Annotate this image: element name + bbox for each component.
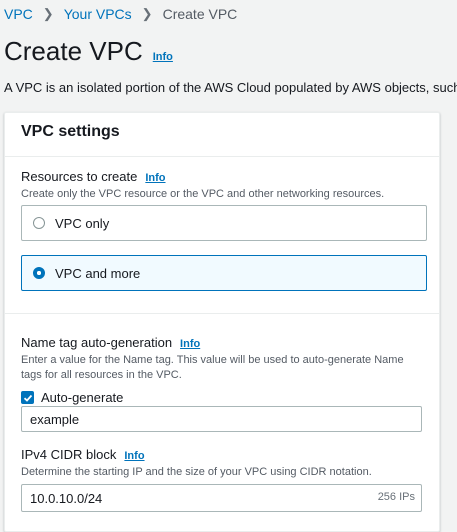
chevron-right-icon: ❯ [141, 6, 153, 21]
auto-generate-checkbox-row[interactable]: Auto-generate [21, 390, 427, 405]
resources-hint: Create only the VPC resource or the VPC … [21, 188, 385, 200]
chevron-right-icon: ❯ [42, 6, 54, 21]
checkbox-checked-icon[interactable] [21, 391, 34, 404]
radio-vpc-and-more[interactable]: VPC and more [21, 255, 427, 291]
radio-vpc-only-label: VPC only [55, 215, 110, 231]
panel-title: VPC settings [21, 123, 120, 140]
page-description: A VPC is an isolated portion of the AWS … [4, 80, 457, 95]
cidr-input[interactable]: 10.0.10.0/24 256 IPs [21, 484, 422, 512]
breadcrumb-your-vpcs-link[interactable]: Your VPCs [64, 6, 132, 22]
resources-info-link[interactable]: Info [145, 172, 165, 184]
name-tag-input[interactable]: example [21, 406, 422, 432]
cidr-info-link[interactable]: Info [124, 450, 144, 462]
resources-field: Resources to create Info Create only the… [21, 169, 427, 202]
radio-button-selected-icon[interactable] [33, 267, 45, 279]
page-info-link[interactable]: Info [153, 51, 173, 63]
panel-header: VPC settings [5, 113, 439, 157]
name-tag-hint: Enter a value for the Name tag. This val… [21, 354, 404, 381]
ip-count-badge: 256 IPs [377, 491, 415, 503]
vpc-settings-panel: VPC settings Resources to create Info Cr… [4, 112, 440, 532]
radio-button-icon[interactable] [33, 217, 45, 229]
section-divider [5, 313, 439, 314]
name-tag-label: Name tag auto-generation [21, 335, 173, 350]
cidr-label: IPv4 CIDR block [21, 447, 117, 462]
name-tag-field: Name tag auto-generation Info Enter a va… [21, 335, 427, 405]
breadcrumb-current: Create VPC [162, 6, 238, 22]
cidr-hint: Determine the starting IP and the size o… [21, 466, 372, 478]
name-tag-info-link[interactable]: Info [180, 338, 200, 350]
page-title: Create VPC [4, 36, 143, 66]
radio-vpc-only[interactable]: VPC only [21, 205, 427, 241]
resources-label: Resources to create [21, 169, 138, 184]
cidr-field: IPv4 CIDR block Info Determine the start… [21, 447, 427, 480]
page-header: Create VPC Info [4, 36, 173, 67]
radio-vpc-and-more-label: VPC and more [55, 265, 141, 281]
auto-generate-label: Auto-generate [41, 390, 124, 405]
breadcrumb-vpc-link[interactable]: VPC [4, 6, 33, 22]
cidr-input-value: 10.0.10.0/24 [30, 490, 103, 506]
breadcrumb: VPC ❯ Your VPCs ❯ Create VPC [4, 6, 237, 22]
